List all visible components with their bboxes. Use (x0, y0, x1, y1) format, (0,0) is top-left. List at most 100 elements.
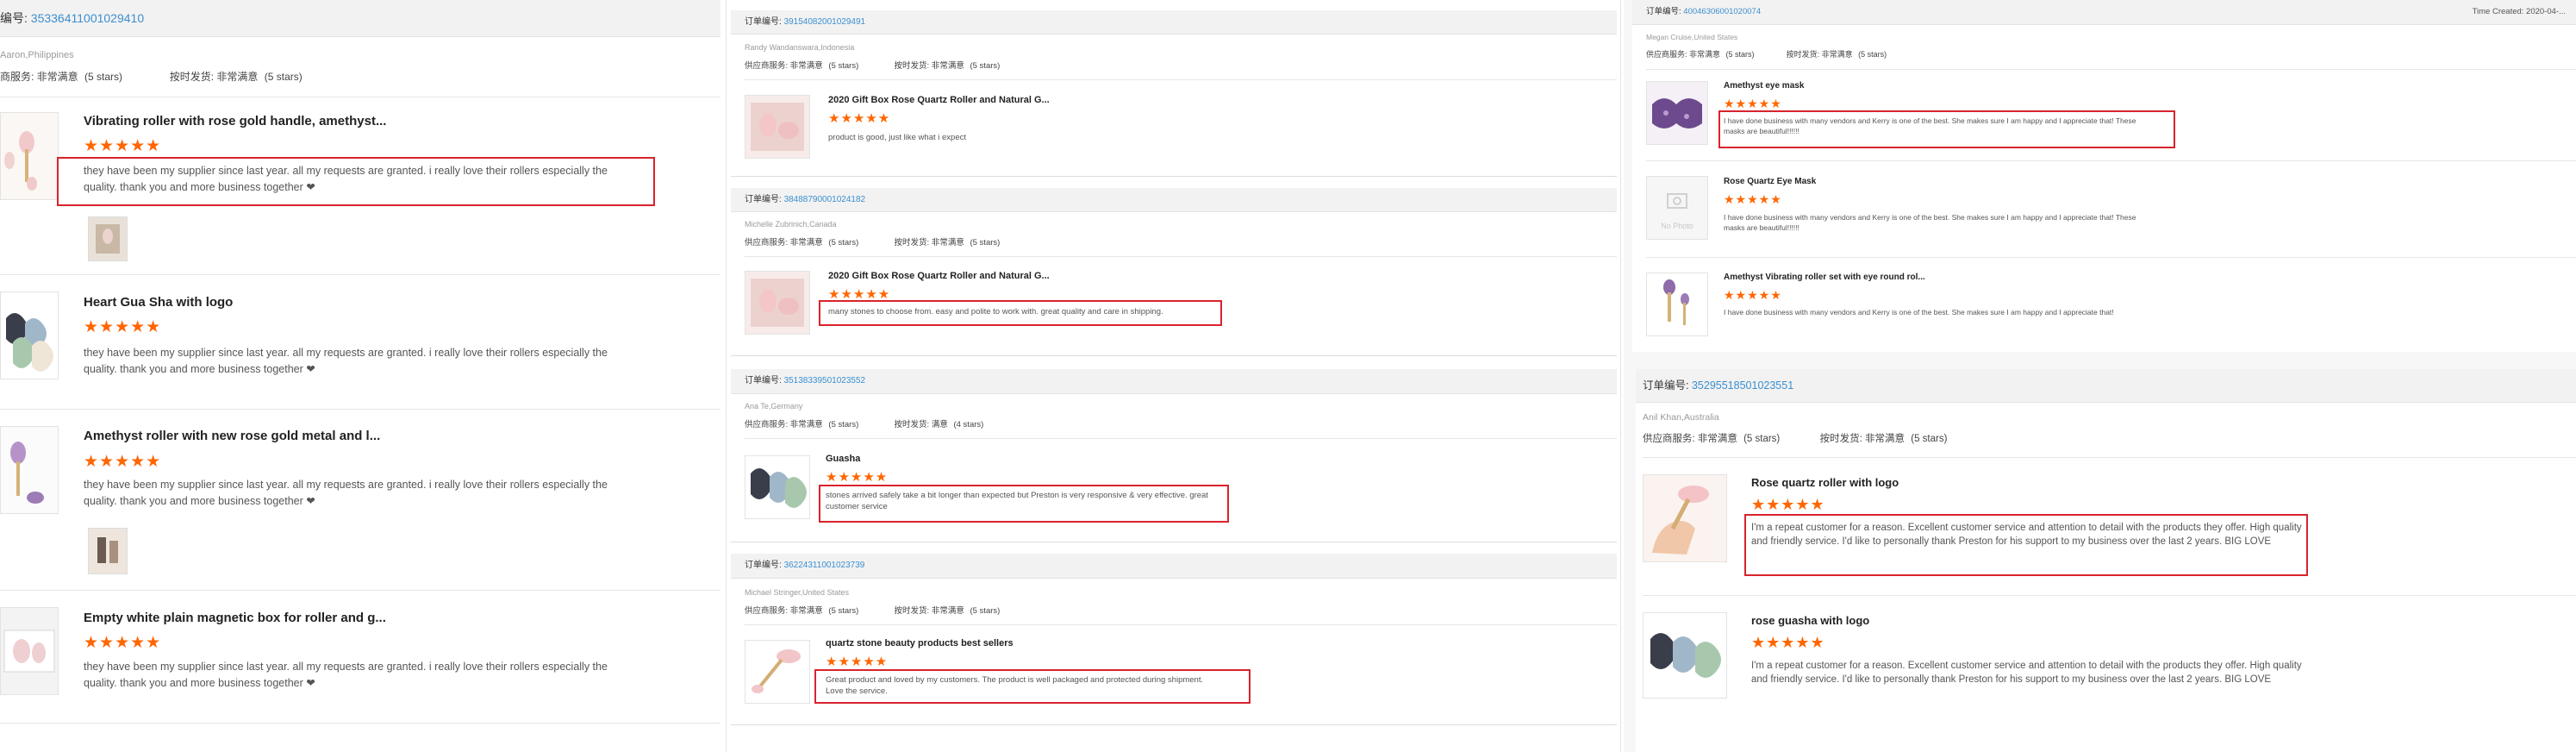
product-name-link[interactable]: quartz stone beauty products best seller… (826, 638, 1222, 649)
order-header: 订单编号: 4004630600102007​4 Time Created: 2… (1632, 0, 2576, 25)
ontime-rating-stars: (5 stars) (970, 238, 1001, 248)
product-thumbnail[interactable]: No Photo (1646, 176, 1708, 240)
product-thumbnail[interactable] (0, 291, 59, 379)
review-text: they have been my supplier since last ye… (84, 661, 608, 689)
order-number-link[interactable]: 3533641100102941​0 (31, 11, 144, 25)
gift-box-photo-icon (745, 272, 809, 334)
order-header: 订单编号: 3848879000102418​2 (731, 188, 1617, 212)
middle-orders-column: 订单编号: 3915408200102949​1 Randy Wandanswa… (731, 0, 1617, 752)
rating-summary: 商服务: 非常满意 (5 stars) 按时发货: 非常满意 (5 stars) (0, 69, 306, 84)
order-label: 订单编号: (1646, 7, 1681, 16)
rating-summary: 供应商服务: 非常满意 (5 stars) 按时发货: 非常满意 (5 star… (745, 604, 1003, 616)
divider (0, 274, 720, 275)
supplier-rating-stars: (5 stars) (828, 606, 859, 616)
star-rating: ★★★★★ (1751, 634, 1825, 651)
product-thumbnail[interactable] (745, 455, 810, 519)
order-card: 订单编号: 3529551850102355​1 Anil Khan,Austr… (1636, 369, 2576, 752)
supplier-rating: 供应商服务: 非常满意 (1646, 50, 1721, 59)
order-number-link[interactable]: 3848879000102418​2 (784, 195, 866, 204)
ontime-rating-stars: (5 stars) (264, 71, 303, 83)
product-name-link[interactable]: rose guasha with logo (1751, 614, 2268, 627)
review-highlight-box (57, 157, 655, 206)
order-label: 订单编号: (745, 376, 782, 385)
review-photo[interactable] (88, 528, 128, 574)
product-name-link[interactable]: Rose Quartz Eye Mask (1724, 177, 2137, 186)
star-rating: ★★★★★ (1724, 288, 1782, 302)
product-thumbnail[interactable] (745, 640, 810, 704)
review-text: product is good, just like what i expect (828, 133, 967, 142)
supplier-rating: 供应商服务: 非常满意 (745, 61, 823, 71)
eye-mask-photo-icon (1647, 82, 1707, 144)
buyer-photo-icon (89, 217, 127, 260)
divider (0, 409, 720, 410)
right-orders-column: 订单编号: 4004630600102007​4 Time Created: 2… (1624, 0, 2576, 752)
divider (1646, 257, 2576, 258)
column-separator (1620, 0, 1621, 752)
ontime-rating-stars: (4 stars) (953, 420, 984, 429)
ontime-rating: 按时发货: 非常满意 (894, 606, 964, 616)
review-highlight-box (819, 300, 1222, 326)
buyer-info: Michael Stringer,United States (745, 588, 850, 597)
rating-summary: 供应商服务: 非常满意 (5 stars) 按时发货: 非常满意 (5 star… (745, 235, 1003, 248)
buyer-photo-icon (89, 529, 127, 573)
product-name-link[interactable]: Rose quartz roller with logo (1751, 476, 2268, 489)
divider (1646, 160, 2576, 161)
divider (745, 79, 1617, 80)
rating-summary: 供应商服务: 非常满意 (5 stars) 按时发货: 非常满意 (5 star… (1646, 48, 1890, 60)
product-name-link[interactable]: Guasha (826, 454, 1222, 464)
star-rating: ★★★★★ (84, 453, 162, 471)
product-name-link[interactable]: 2020 Gift Box Rose Quartz Roller and Nat… (828, 95, 1225, 105)
order-number-link[interactable]: 3622431100102373​9 (784, 561, 865, 570)
supplier-rating-stars: (5 stars) (1743, 434, 1781, 444)
product-thumbnail[interactable] (1646, 81, 1708, 145)
product-name-link[interactable]: Heart Gua Sha with logo (84, 295, 515, 310)
divider (0, 590, 720, 591)
order-card: 订单编号: 3848879000102418​2 Michelle Zubrin… (731, 188, 1617, 356)
order-number-link[interactable]: 4004630600102007​4 (1683, 7, 1761, 16)
product-thumbnail[interactable] (745, 95, 810, 159)
product-name-link[interactable]: Vibrating roller with rose gold handle, … (84, 114, 515, 128)
order-number-link[interactable]: 3915408200102949​1 (784, 17, 866, 27)
product-name-link[interactable]: Amethyst eye mask (1724, 81, 2137, 91)
star-rating: ★★★★★ (826, 470, 889, 485)
order-label: 订单编号: (745, 561, 782, 570)
order-label: 编号: (0, 11, 28, 25)
product-thumbnail[interactable] (1643, 612, 1727, 699)
order-label: 订单编号: (745, 17, 782, 27)
product-thumbnail[interactable] (1646, 273, 1708, 336)
divider (0, 723, 720, 724)
product-name-link[interactable]: Empty white plain magnetic box for rolle… (84, 611, 515, 625)
supplier-rating: 供应商服务: 非常满意 (1643, 434, 1737, 444)
buyer-info: Aaron,Philippines (0, 50, 74, 60)
review-text: I have done business with many vendors a… (1724, 213, 2136, 232)
product-thumbnail[interactable] (0, 607, 59, 695)
product-name-link[interactable]: Amethyst roller with new rose gold metal… (84, 429, 515, 443)
divider (745, 624, 1617, 625)
product-thumbnail[interactable] (0, 426, 59, 514)
supplier-rating-stars: (5 stars) (84, 71, 123, 83)
review-photo[interactable] (88, 216, 128, 261)
no-photo-label: No Photo (1661, 222, 1693, 230)
roller-photo-icon (1, 113, 58, 199)
product-thumbnail[interactable] (745, 271, 810, 335)
product-name-link[interactable]: Amethyst Vibrating roller set with eye r… (1724, 273, 2137, 282)
divider (1643, 457, 2576, 458)
supplier-rating-stars: (5 stars) (1725, 50, 1755, 59)
product-thumbnail[interactable] (0, 112, 59, 200)
product-thumbnail[interactable] (1643, 474, 1727, 562)
divider (745, 256, 1617, 257)
product-name-link[interactable]: 2020 Gift Box Rose Quartz Roller and Nat… (828, 271, 1225, 281)
rating-summary: 供应商服务: 非常满意 (5 stars) 按时发货: 满意 (4 stars) (745, 417, 987, 429)
order-number-link[interactable]: 3513833950102355​2 (784, 376, 866, 385)
guasha-photo-icon (1, 292, 58, 379)
supplier-rating-stars: (5 stars) (828, 420, 859, 429)
review-highlight-box (1744, 514, 2308, 576)
order-number-link[interactable]: 3529551850102355​1 (1692, 379, 1793, 392)
star-rating: ★★★★★ (826, 655, 889, 669)
left-order-panel: 编号: 3533641100102941​0 Aaron,Philippines… (0, 0, 720, 752)
order-header: 编号: 3533641100102941​0 (0, 0, 720, 37)
order-card: 订单编号: 3513833950102355​2 Ana Te,Germany … (731, 369, 1617, 542)
amethyst-roller-photo-icon (1, 427, 58, 513)
order-label: 订单编号: (1643, 379, 1689, 392)
divider (1643, 595, 2576, 596)
